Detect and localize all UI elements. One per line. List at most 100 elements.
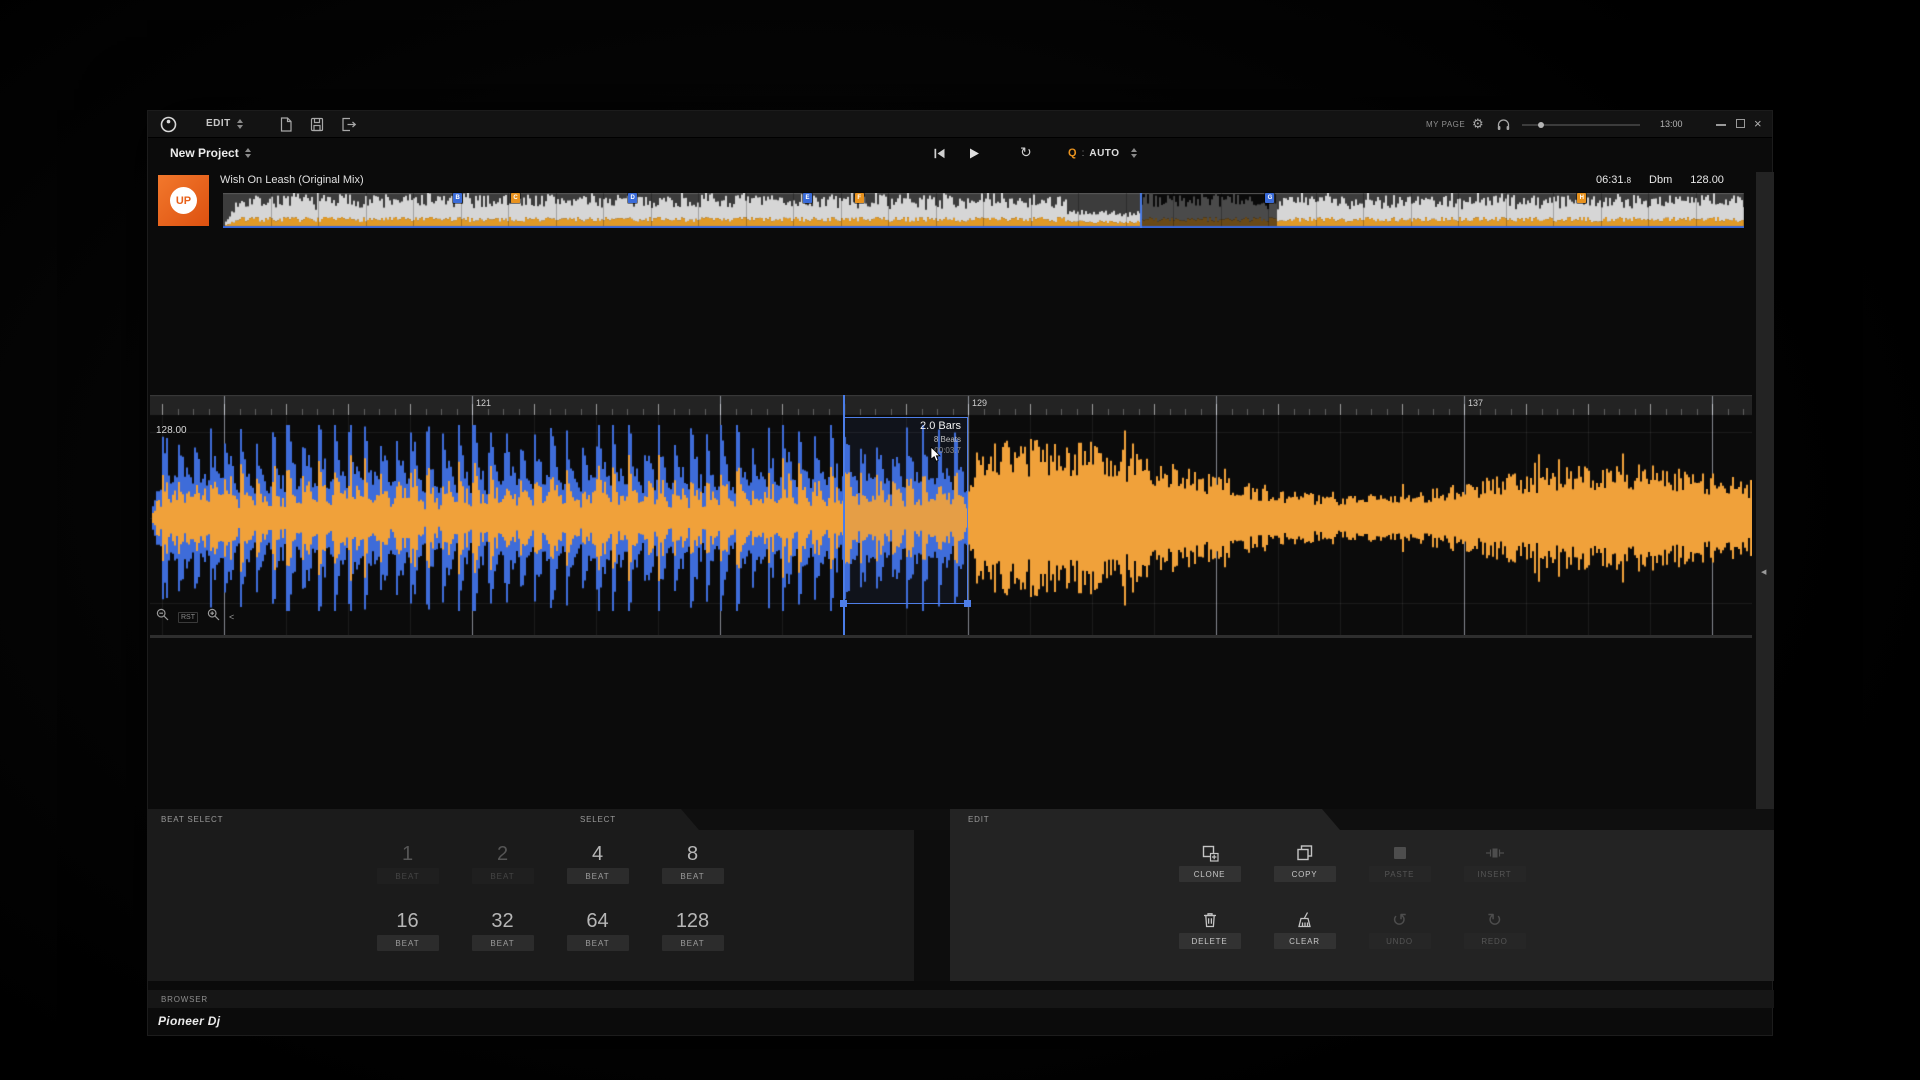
album-art-label: UP	[176, 195, 191, 207]
close-button[interactable]: ×	[1754, 116, 1762, 131]
pioneer-dj-logo: Pioneer Dj	[158, 1014, 220, 1028]
settings-gear-icon[interactable]: ⚙	[1472, 117, 1484, 131]
beat-button-1[interactable]: 1BEAT	[360, 838, 455, 905]
edit-panel: CLONE COPY PASTE INSERT DELETE CLEAR ↺UNDO↻RED…	[950, 830, 1774, 981]
selection-handle-left[interactable]	[840, 600, 847, 607]
my-page-link[interactable]: MY PAGE	[1426, 120, 1465, 129]
delete-button[interactable]: DELETE	[1162, 905, 1257, 972]
zoom-in-icon[interactable]	[207, 608, 220, 626]
quantize-control[interactable]: Q : AUTO	[1068, 147, 1137, 159]
loop-icon[interactable]: ↻	[1020, 144, 1032, 161]
ruler-bar-label: 137	[1468, 398, 1483, 408]
redo-button[interactable]: ↻REDO	[1447, 905, 1542, 972]
paste-button[interactable]: PASTE	[1352, 838, 1447, 905]
album-art[interactable]: UP	[158, 175, 209, 226]
tab-edit[interactable]: EDIT	[968, 815, 989, 824]
scroll-left-icon[interactable]: <	[229, 612, 234, 622]
beat-unit-label: BEAT	[662, 935, 724, 951]
beat-unit-label: BEAT	[472, 868, 534, 884]
chevron-updown-icon	[1131, 148, 1137, 158]
undo-button[interactable]: ↺UNDO	[1352, 905, 1447, 972]
beat-select-tab-shape	[148, 809, 740, 830]
overview-cue-layer: B C D E F G H	[223, 193, 1744, 228]
headphone-icon[interactable]	[1496, 117, 1511, 137]
chevron-updown-icon	[245, 148, 251, 158]
beat-unit-label: BEAT	[377, 868, 439, 884]
edit-grid: CLONE COPY PASTE INSERT DELETE CLEAR ↺UNDO↻RED…	[1162, 838, 1542, 972]
app-logo-icon[interactable]	[160, 116, 177, 138]
play-button[interactable]	[966, 146, 981, 166]
editor-bpm-label: 128.00	[156, 425, 187, 436]
clone-button[interactable]: CLONE	[1162, 838, 1257, 905]
skip-start-button[interactable]	[932, 146, 947, 166]
waveform-editor[interactable]: 121 129 137 128.00 2.0 Bars 8 Beats 00:03.…	[150, 395, 1752, 638]
beat-button-4[interactable]: 4BEAT	[550, 838, 645, 905]
beat-button-2[interactable]: 2BEAT	[455, 838, 550, 905]
selection-beats-label: 8 Beats	[934, 435, 961, 444]
cue-marker[interactable]: F	[855, 193, 864, 203]
beat-selection[interactable]: 2.0 Bars 8 Beats 00:03.7	[843, 417, 968, 604]
collapse-arrow-icon[interactable]: ◀	[1761, 568, 1766, 576]
copy-icon	[1295, 840, 1315, 866]
ruler-bar-label: 121	[476, 398, 491, 408]
beat-value: 8	[687, 841, 698, 868]
zoom-controls: RST <	[156, 608, 234, 626]
cue-marker[interactable]: D	[628, 193, 637, 203]
clone-icon	[1200, 840, 1220, 866]
export-icon-button[interactable]	[340, 116, 357, 138]
edit-button-label: COPY	[1274, 866, 1336, 882]
mode-menu[interactable]: EDIT	[206, 118, 243, 129]
edit-button-label: PASTE	[1369, 866, 1431, 882]
edit-button-label: INSERT	[1464, 866, 1526, 882]
undo-icon: ↺	[1392, 907, 1407, 933]
cue-marker[interactable]: B	[453, 193, 462, 203]
beat-unit-label: BEAT	[662, 868, 724, 884]
track-time: 06:31.8	[1596, 174, 1631, 186]
clear-icon	[1295, 907, 1315, 933]
ruler-bar-label: 129	[972, 398, 987, 408]
cue-marker[interactable]: C	[511, 193, 520, 203]
beat-button-16[interactable]: 16BEAT	[360, 905, 455, 972]
beat-button-64[interactable]: 64BEAT	[550, 905, 645, 972]
beat-unit-label: BEAT	[472, 935, 534, 951]
delete-icon	[1200, 907, 1220, 933]
cue-marker[interactable]: G	[1265, 193, 1274, 203]
quantize-separator: :	[1082, 148, 1085, 159]
cue-marker[interactable]: E	[803, 193, 812, 203]
minimize-button[interactable]	[1716, 124, 1726, 126]
cue-marker[interactable]: H	[1577, 193, 1586, 203]
track-bpm: 128.00	[1690, 174, 1724, 186]
tab-select[interactable]: SELECT	[580, 815, 616, 824]
clear-button[interactable]: CLEAR	[1257, 905, 1352, 972]
titlebar: EDIT MY PAGE ⚙ 13:00 ×	[148, 111, 1772, 138]
beat-select-panel: 1BEAT2BEAT4BEAT8BEAT16BEAT32BEAT64BEAT12…	[148, 830, 914, 981]
edit-button-label: CLEAR	[1274, 933, 1336, 949]
zoom-reset-button[interactable]: RST	[178, 612, 198, 623]
project-menu[interactable]: New Project	[170, 146, 251, 160]
slider-knob[interactable]	[1538, 122, 1544, 128]
editor-scrollbar[interactable]	[150, 635, 1752, 638]
insert-button[interactable]: INSERT	[1447, 838, 1542, 905]
selection-handle-right[interactable]	[964, 600, 971, 607]
new-project-icon-button[interactable]	[278, 116, 294, 138]
volume-slider[interactable]	[1522, 124, 1640, 126]
beat-button-8[interactable]: 8BEAT	[645, 838, 740, 905]
edit-button-label: DELETE	[1179, 933, 1241, 949]
track-title: Wish On Leash (Original Mix)	[220, 174, 364, 186]
beat-value: 2	[497, 841, 508, 868]
beat-value: 16	[396, 908, 418, 935]
edit-button-label: CLONE	[1179, 866, 1241, 882]
side-collapse-strip[interactable]: ◀	[1756, 172, 1774, 809]
track-overview[interactable]: B C D E F G H	[223, 193, 1744, 228]
browser-bar[interactable]: BROWSER	[148, 990, 1774, 1008]
beat-value: 32	[491, 908, 513, 935]
selection-bars-label: 2.0 Bars	[920, 420, 961, 432]
beat-button-128[interactable]: 128BEAT	[645, 905, 740, 972]
maximize-button[interactable]	[1736, 119, 1745, 128]
beat-button-32[interactable]: 32BEAT	[455, 905, 550, 972]
copy-button[interactable]: COPY	[1257, 838, 1352, 905]
beat-unit-label: BEAT	[567, 868, 629, 884]
album-art-badge: UP	[170, 187, 197, 214]
zoom-out-icon[interactable]	[156, 608, 169, 626]
save-icon-button[interactable]	[309, 116, 325, 138]
